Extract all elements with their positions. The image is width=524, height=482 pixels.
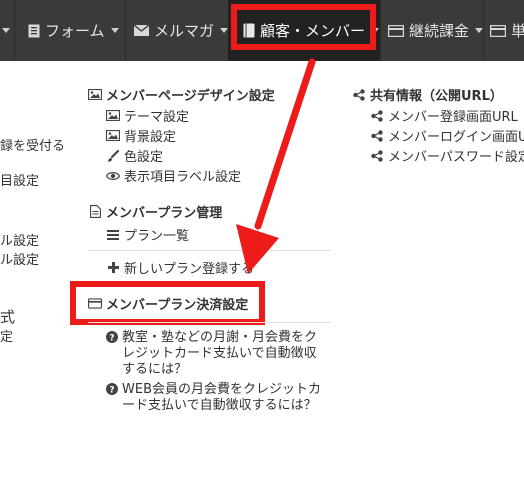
- annotation-arrow: [236, 58, 316, 274]
